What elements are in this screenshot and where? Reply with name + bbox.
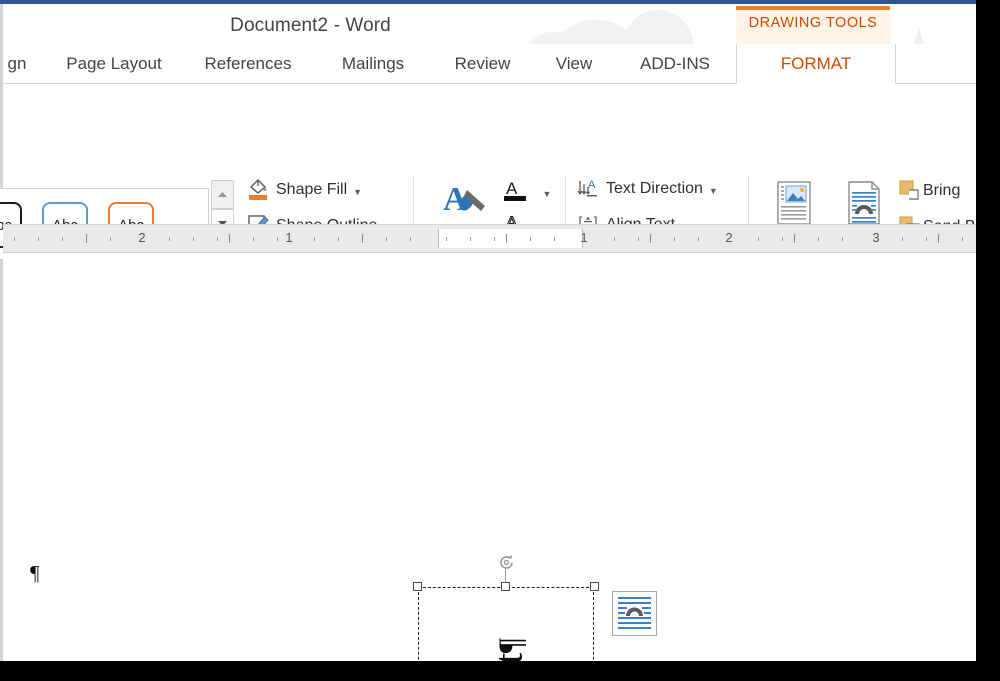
resize-handle-ne[interactable] <box>590 582 599 591</box>
ruler-label: 2 <box>138 230 146 245</box>
text-box-paragraph-mark: ¶ <box>492 638 530 654</box>
gallery-scroll-up-button[interactable] <box>211 180 234 209</box>
tab-add-ins[interactable]: ADD-INS <box>620 44 730 84</box>
wrap-text-icon <box>843 180 885 228</box>
tab-format[interactable]: FORMAT <box>736 44 896 85</box>
shape-fill-button[interactable]: Shape Fill ▼ <box>247 178 362 202</box>
bring-forward-label: Bring <box>923 182 961 199</box>
tab-references[interactable]: References <box>188 44 308 84</box>
horizontal-ruler[interactable]: 2 1 1 2 3 <box>3 225 976 253</box>
chevron-up-icon <box>217 191 228 198</box>
paint-bucket-icon <box>247 178 269 202</box>
resize-handle-nw[interactable] <box>413 582 422 591</box>
tab-page-layout[interactable]: Page Layout <box>49 44 179 84</box>
word-application-window: Document2 - Word DRAWING TOOLS gn Page L… <box>0 0 976 661</box>
ribbon: Abc Abc Abc <box>0 84 976 303</box>
screen-bottom-letterbox <box>0 661 1000 681</box>
screen-right-letterbox <box>976 0 1000 681</box>
svg-text:A: A <box>588 179 596 191</box>
position-icon <box>773 180 815 228</box>
chevron-down-icon: ▼ <box>353 187 363 197</box>
text-box-content[interactable]: Sample Text¶ <box>485 590 532 661</box>
selected-text-box[interactable]: Sample Text¶ <box>413 554 599 661</box>
text-fill-icon: A <box>503 177 529 203</box>
text-box-text: Sample Text <box>486 653 531 661</box>
ruler-label: 2 <box>725 230 733 245</box>
ruler-label: 1 <box>285 230 293 245</box>
wordart-quick-styles-icon: A <box>441 180 491 224</box>
text-direction-button[interactable]: A Text Direction ▼ <box>577 178 718 200</box>
chevron-down-icon: ▼ <box>708 186 718 196</box>
bring-forward-button[interactable]: Bring <box>899 180 960 202</box>
ruler-label: 3 <box>872 230 880 245</box>
contextual-tools-label: DRAWING TOOLS <box>748 15 878 31</box>
document-canvas[interactable]: ¶ ¶ <box>3 253 976 661</box>
ribbon-tab-strip: gn Page Layout References Mailings Revie… <box>0 44 976 85</box>
tab-mailings[interactable]: Mailings <box>318 44 428 84</box>
text-direction-label: Text Direction <box>606 180 703 197</box>
chevron-down-icon: ▼ <box>542 189 552 199</box>
ruler-label: 1 <box>580 230 588 245</box>
window-title: Document2 - Word <box>230 15 391 36</box>
text-fill-button[interactable]: A ▼ <box>503 177 552 208</box>
tab-design[interactable]: gn <box>0 44 47 84</box>
tab-review[interactable]: Review <box>435 44 530 84</box>
rotate-icon[interactable] <box>497 553 515 571</box>
tab-view[interactable]: View <box>538 44 610 84</box>
svg-text:A: A <box>506 179 518 198</box>
shape-fill-label: Shape Fill <box>276 181 348 198</box>
ruler-text-area <box>438 229 583 248</box>
contextual-tools-accent-bar <box>736 6 890 10</box>
layout-options-icon <box>613 592 656 635</box>
bring-forward-icon <box>899 180 923 202</box>
layout-options-button[interactable] <box>612 591 657 636</box>
paragraph-mark: ¶ <box>30 561 40 585</box>
document-page[interactable]: ¶ ¶ <box>3 254 976 661</box>
text-direction-icon: A <box>577 178 599 200</box>
